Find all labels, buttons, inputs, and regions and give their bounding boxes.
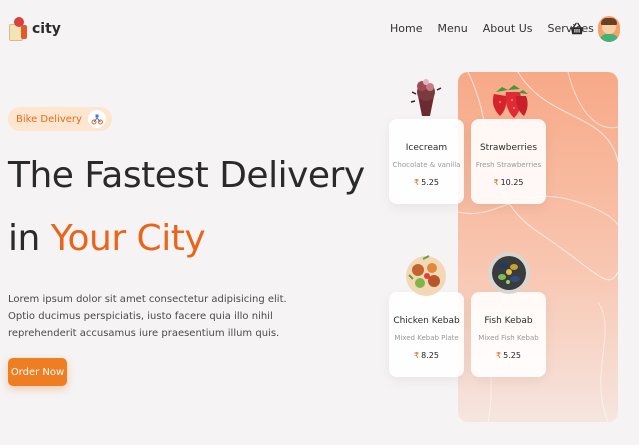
- card-title: Fish Kebab: [484, 316, 533, 326]
- chicken-kebab-image: [406, 255, 446, 296]
- card-price: ₹10.25: [471, 178, 546, 187]
- card-subtitle: Fresh Strawberries: [475, 161, 542, 169]
- hero-description: Lorem ipsum dolor sit amet consectetur a…: [8, 294, 287, 339]
- strawberries-image: [492, 85, 528, 118]
- card-price: ₹5.25: [389, 178, 464, 187]
- bike-delivery-icon: [87, 110, 106, 128]
- price-value: 8.25: [421, 351, 439, 360]
- menu-card-strawberries[interactable]: Strawberries Fresh Strawberries ₹10.25: [471, 119, 546, 204]
- basket-icon[interactable]: [570, 22, 584, 36]
- nav-menu[interactable]: Menu: [437, 22, 467, 35]
- icecream-image: [410, 79, 442, 116]
- card-title: Icecream: [405, 143, 448, 153]
- user-avatar-icon[interactable]: [598, 16, 620, 42]
- hero-title-accent: Your City: [50, 218, 206, 259]
- badge-label: Bike Delivery: [16, 113, 82, 125]
- delivery-bag-logo-icon: [8, 15, 28, 43]
- brand-logo[interactable]: city: [8, 15, 61, 43]
- card-title: Chicken Kebab: [393, 316, 460, 326]
- card-subtitle: Mixed Fish Kebab: [478, 334, 539, 342]
- main-nav: Home Menu About Us Services: [390, 22, 594, 35]
- card-subtitle: Chocolate & vanilla: [392, 161, 461, 169]
- nav-home[interactable]: Home: [390, 22, 422, 35]
- currency-symbol: ₹: [414, 178, 420, 187]
- nav-about-us[interactable]: About Us: [483, 22, 533, 35]
- hero-title-line1: The Fastest Delivery: [8, 155, 365, 196]
- menu-card-chicken-kebab[interactable]: Chicken Kebab Mixed Kebab Plate ₹8.25: [389, 292, 464, 377]
- currency-symbol: ₹: [496, 351, 502, 360]
- price-value: 5.25: [503, 351, 521, 360]
- header: city Home Menu About Us Services: [0, 0, 639, 60]
- menu-card-icecream[interactable]: Icecream Chocolate & vanilla ₹5.25: [389, 119, 464, 204]
- fish-kebab-image: [488, 252, 530, 294]
- card-price: ₹5.25: [471, 351, 546, 360]
- order-now-button[interactable]: Order Now: [8, 358, 67, 386]
- hero-title-prefix: in: [8, 218, 51, 259]
- card-title: Strawberries: [479, 143, 538, 153]
- menu-card-fish-kebab[interactable]: Fish Kebab Mixed Fish Kebab ₹5.25: [471, 292, 546, 377]
- currency-symbol: ₹: [493, 178, 499, 187]
- bike-delivery-badge: Bike Delivery: [8, 107, 112, 131]
- currency-symbol: ₹: [414, 351, 420, 360]
- hero-title-line2: in Your City: [8, 218, 206, 259]
- brand-name: city: [32, 21, 61, 37]
- card-price: ₹8.25: [389, 351, 464, 360]
- price-value: 5.25: [421, 178, 439, 187]
- price-value: 10.25: [500, 178, 524, 187]
- card-subtitle: Mixed Kebab Plate: [394, 334, 459, 342]
